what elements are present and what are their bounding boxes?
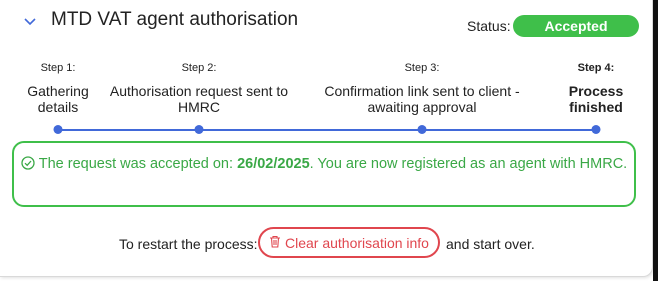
message-suffix: . You are now registered as an agent wit… — [309, 156, 628, 172]
message-date: 26/02/2025 — [237, 156, 310, 172]
clear-authorisation-button[interactable]: Clear authorisation info — [258, 227, 440, 258]
step-2-text: Authorisation request sent to HMRC — [109, 83, 289, 115]
step-4-dot — [591, 125, 601, 134]
step-4-text: Process finished — [568, 83, 624, 115]
success-message: The request was accepted on: 26/02/2025.… — [12, 141, 636, 207]
step-1-number: Step 1: — [40, 62, 76, 74]
step-3-dot — [417, 125, 427, 134]
chevron-down-icon[interactable] — [22, 13, 38, 29]
trash-icon — [269, 235, 281, 251]
status-label: Status: — [467, 18, 511, 34]
clear-button-label: Clear authorisation info — [285, 234, 429, 251]
restart-suffix-text: and start over. — [446, 236, 535, 252]
step-1-dot — [53, 125, 63, 134]
step-1-text: Gathering details — [27, 83, 89, 115]
status-badge: Accepted — [513, 15, 639, 37]
restart-prefix-text: To restart the process: — [119, 236, 258, 252]
step-3-number: Step 3: — [404, 62, 440, 74]
step-4-number: Step 4: — [577, 62, 615, 74]
step-3-text: Confirmation link sent to client - await… — [324, 83, 520, 115]
authorisation-card: MTD VAT agent authorisation Status: Acce… — [0, 0, 653, 277]
progress-line — [58, 129, 596, 131]
page-title: MTD VAT agent authorisation — [51, 9, 299, 30]
step-2-number: Step 2: — [181, 62, 217, 74]
message-prefix: The request was accepted on: — [38, 156, 238, 172]
window-edge — [653, 0, 658, 281]
step-2-dot — [194, 125, 204, 134]
check-circle-icon — [21, 155, 35, 170]
